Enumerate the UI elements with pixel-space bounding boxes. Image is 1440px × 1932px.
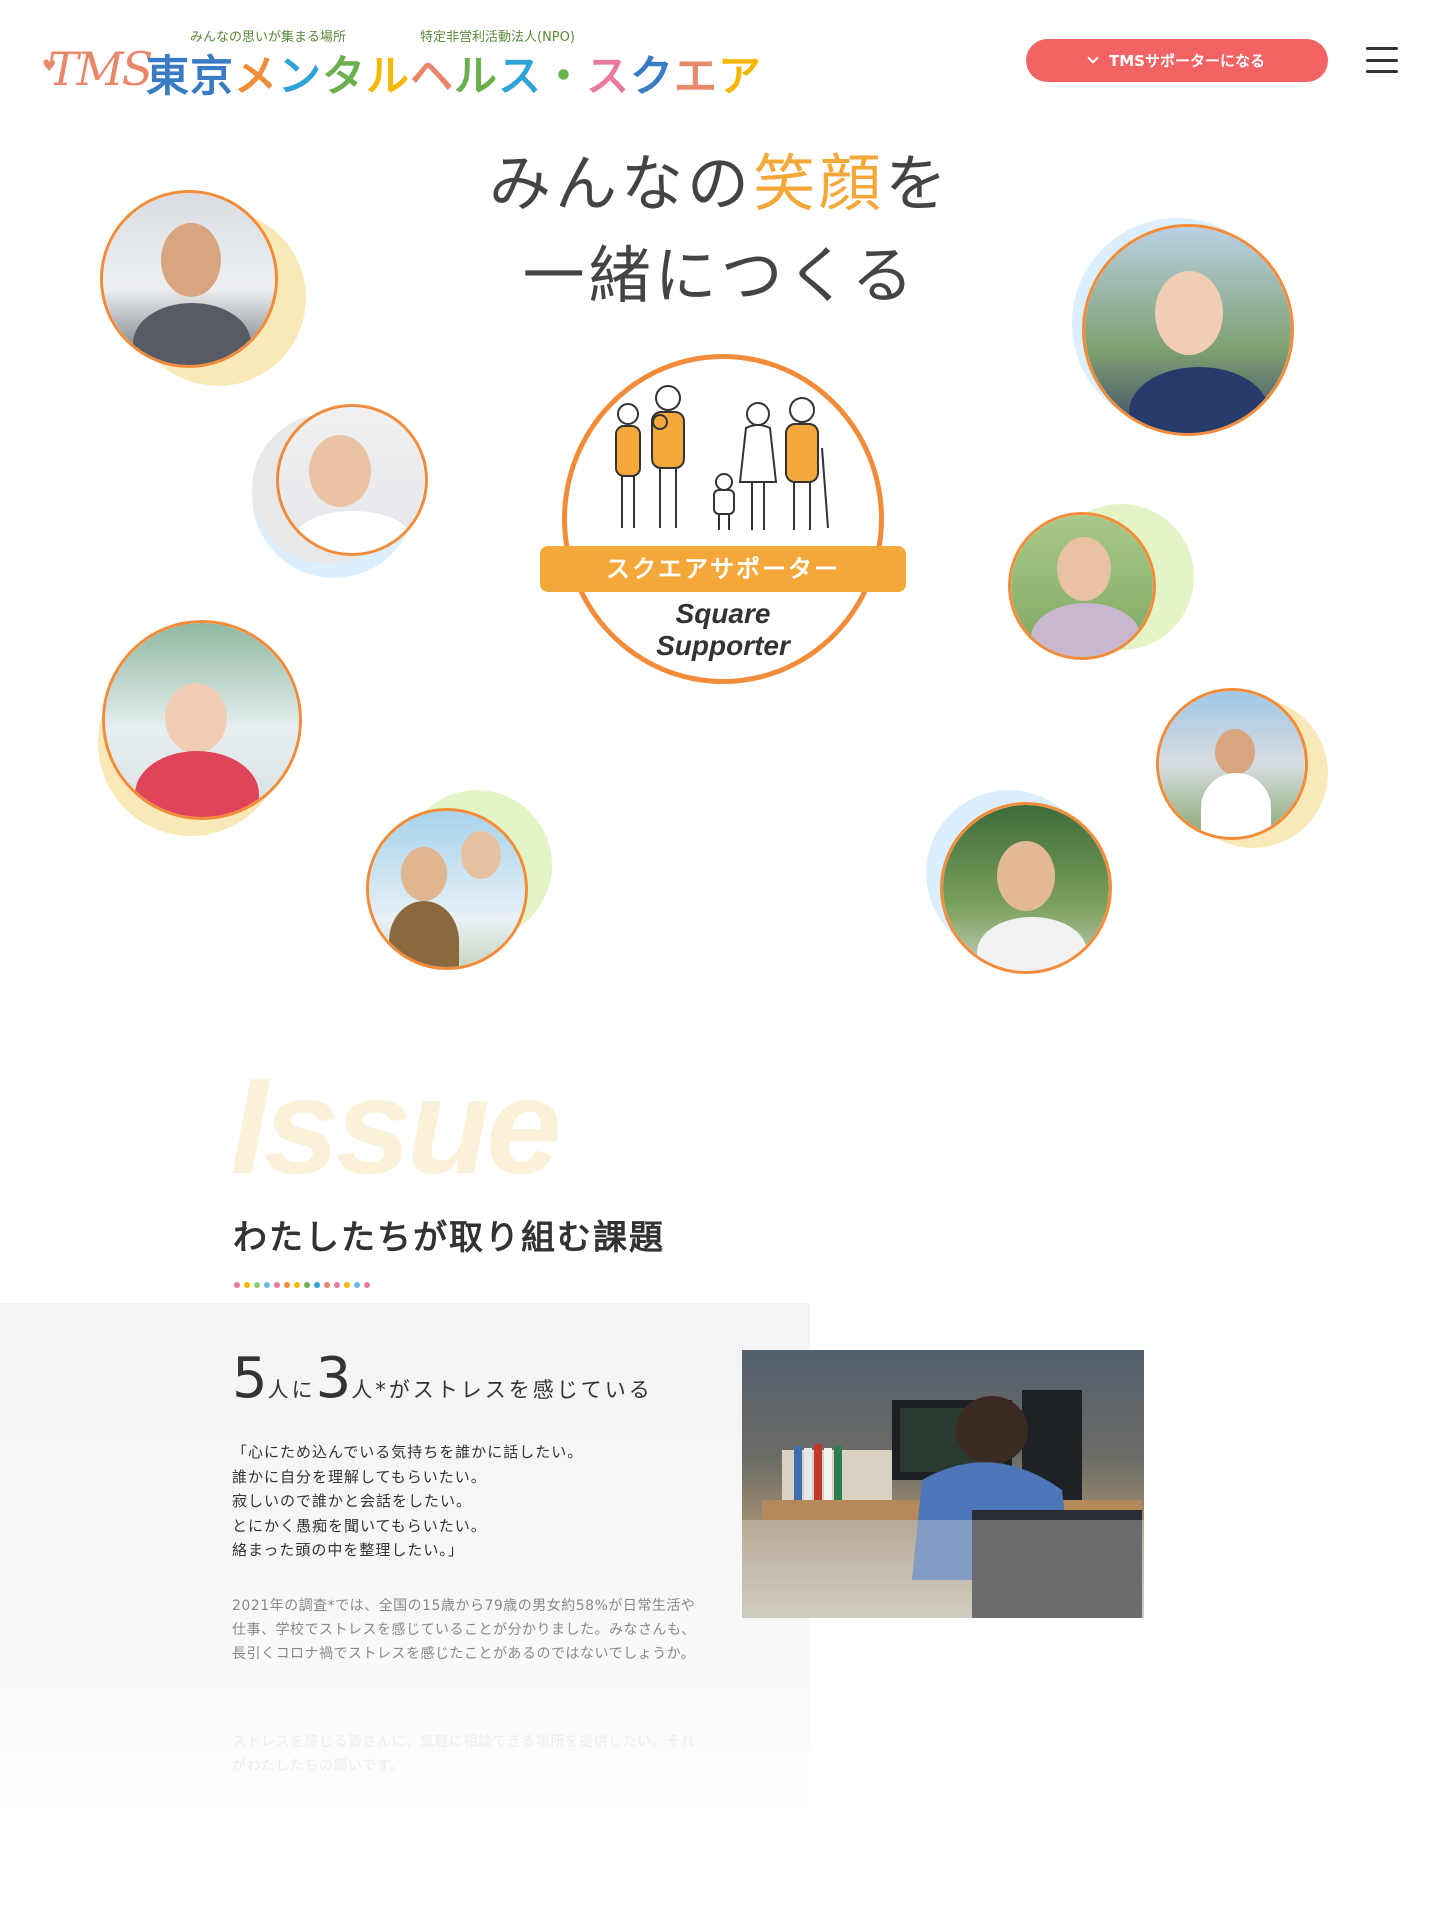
site-logo[interactable]: ♥ TMS みんなの思いが集まる場所 特定非営利活動法人(NPO) 東京メンタル… [42,26,761,102]
logo-char: ン [278,52,322,102]
logo-char: ル [366,52,410,102]
photo-bubble-elderly-man [926,790,1116,976]
become-supporter-button[interactable]: TMSサポーターになる [1026,39,1328,82]
logo-site-name: 東京メンタルヘルス・スクエア [146,42,762,104]
logo-char: ス [586,52,630,102]
photo-bubble-young-woman [1072,218,1296,442]
issue-section-title: わたしたちが取り組む課題 [233,1218,665,1258]
logo-char: ル [454,52,498,102]
logo-char: ヘ [410,52,454,102]
stressed-worker-photo [742,1350,1144,1618]
logo-char: ス [498,52,542,102]
logo-char: ク [630,52,674,102]
chevron-down-icon [1087,52,1099,64]
issue-paragraph-survey: 2021年の調査*では、全国の15歳から79歳の男女約58%が日常生活や仕事、学… [232,1598,696,1662]
logo-char: 東 [146,52,190,102]
hero-title-accent: 笑顔 [752,147,885,220]
logo-char: タ [322,52,366,102]
hero-title-line2: 一緒につくる [522,239,918,312]
site-header: ♥ TMS みんなの思いが集まる場所 特定非営利活動法人(NPO) 東京メンタル… [0,0,1440,120]
logo-tms-mark: TMS [48,42,153,96]
photo-bubble-middle-aged-woman [1008,504,1194,664]
photo-bubble-runner [1156,688,1328,854]
emblem-label: スクエアサポーター [540,546,906,592]
hero-title-line1: みんなの笑顔を [488,147,952,220]
stress-statistic: 5人に3人*がストレスを感じている [232,1346,653,1411]
hero-title: みんなの笑顔を 一緒につくる [420,138,1020,322]
office-scene-illustration [742,1390,1144,1618]
logo-char: ・ [542,52,586,102]
logo-char: 京 [190,52,234,102]
issue-paragraph-mission: ストレスを感じる皆さんに、気軽に相談できる場所を提供したい。それがわたしたちの願… [232,1734,696,1774]
issue-quote: 「心にため込んでいる気持ちを誰かに話したい。 誰かに自分を理解してもらいたい。 … [232,1443,584,1559]
photo-bubble-businessman [100,190,306,390]
logo-char: メ [234,52,278,102]
square-supporter-emblem: スクエアサポーター Square Supporter [540,354,906,686]
emblem-en-label: Square Supporter [656,598,790,661]
become-supporter-label: TMSサポーターになる [1109,52,1265,70]
hamburger-menu-icon[interactable] [1366,47,1398,73]
photo-bubble-child-girl [98,620,308,840]
decorative-dots [234,1282,370,1288]
logo-char: エ [674,52,718,102]
logo-char: ア [718,52,762,102]
photo-bubble-elderly-woman [252,404,430,582]
issue-watermark-heading: Issue [230,1050,562,1202]
family-illustration-icon [615,385,829,530]
photo-bubble-children [366,790,552,976]
